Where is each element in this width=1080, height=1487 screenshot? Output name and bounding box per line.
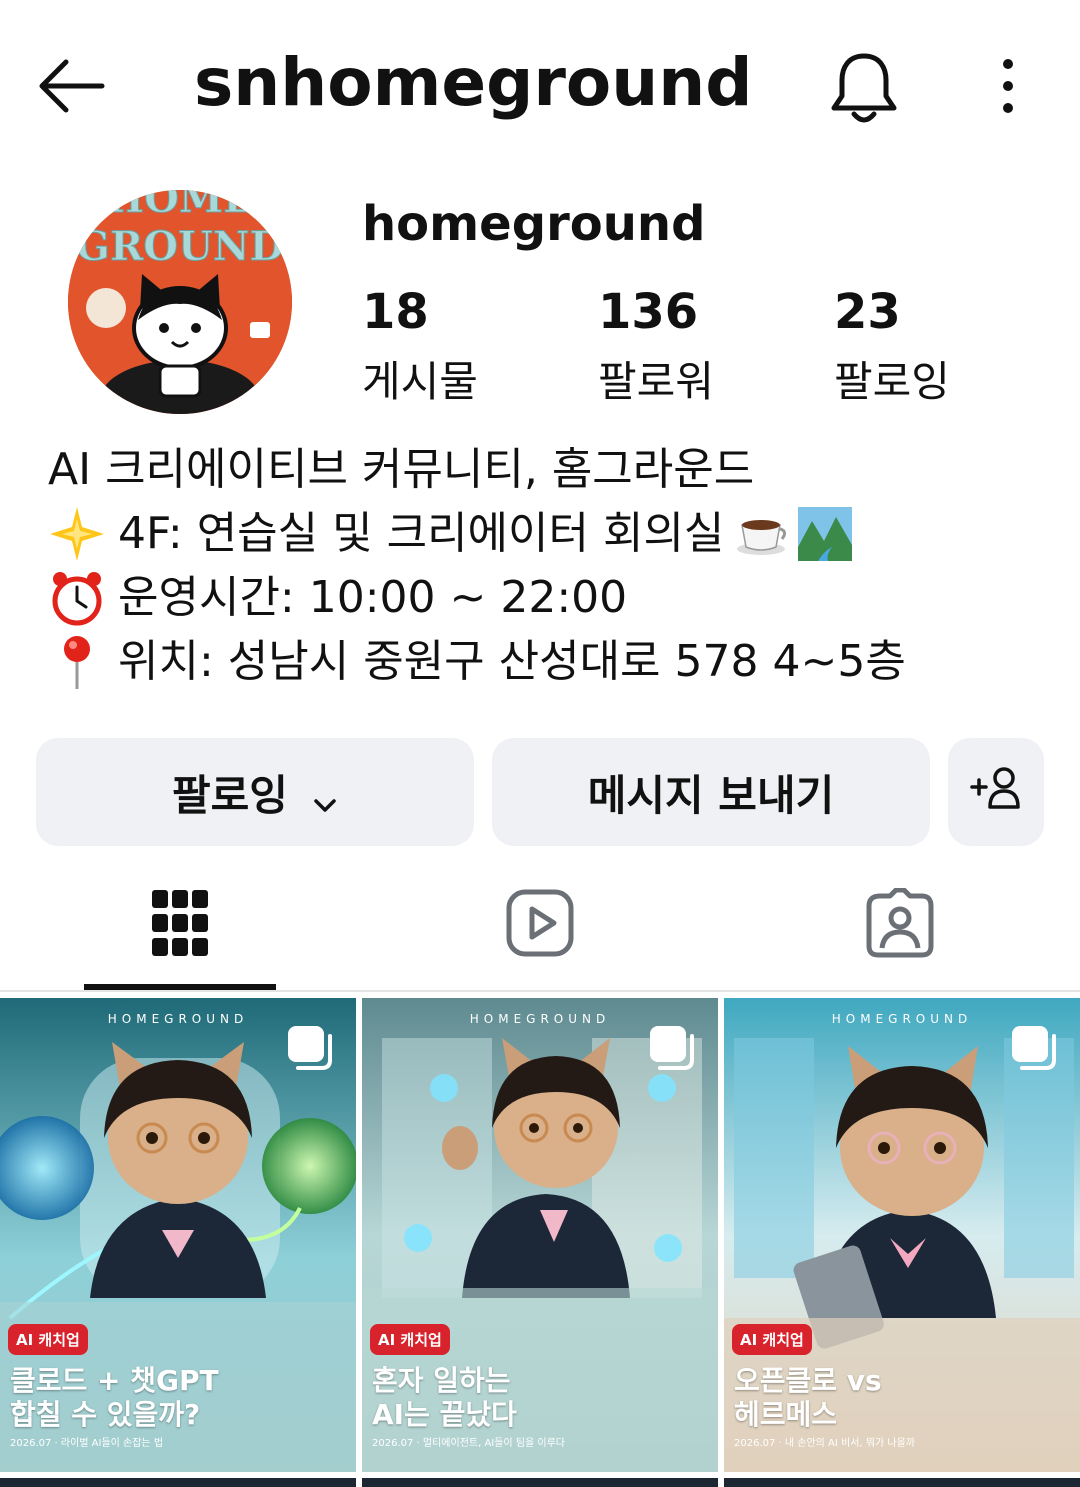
stat-posts[interactable]: 18 게시물 (362, 284, 478, 409)
posts-label: 게시물 (362, 357, 478, 406)
chevron-down-icon (312, 779, 338, 812)
tabs-divider (0, 990, 1080, 992)
back-arrow-icon[interactable] (36, 56, 108, 116)
bio-line-2: 4F: 연습실 및 크리에이터 회의실 (48, 502, 1048, 566)
more-vertical-icon[interactable] (992, 56, 1024, 116)
bio-text-1: AI 크리에이티브 커뮤니티, 홈그라운드 (48, 444, 755, 495)
reels-icon (506, 889, 574, 961)
post-caption: 2026.07 · 내 손안의 AI 비서, 뭐가 나을까 (734, 1438, 915, 1449)
profile-tabs (0, 860, 1080, 992)
message-button-label: 메시지 보내기 (587, 770, 835, 820)
tab-reels[interactable] (360, 860, 720, 990)
grid-icon (152, 890, 208, 960)
add-user-button[interactable] (948, 738, 1044, 846)
post-tile[interactable]: HOMEGROUND AI 캐치업 클로드 + 챗GPT 합칠 수 있을까? 2… (0, 998, 356, 1472)
tab-grid[interactable] (0, 860, 360, 990)
post-title-line-2: 합칠 수 있을까? (10, 1398, 201, 1431)
post-badge: AI 캐치업 (370, 1324, 450, 1355)
post-caption: 2026.07 · 멀티에이전트, AI들이 팀을 이루다 (372, 1438, 565, 1449)
svg-text:GROUND: GROUND (76, 223, 284, 270)
post-grid: HOMEGROUND AI 캐치업 클로드 + 챗GPT 합칠 수 있을까? 2… (0, 998, 1080, 1487)
followers-count: 136 (598, 284, 699, 340)
stat-followers[interactable]: 136 팔로워 (598, 284, 714, 409)
add-user-icon (970, 765, 1022, 819)
post-title-line-2: 헤르메스 (734, 1398, 838, 1431)
bell-icon[interactable] (828, 48, 900, 126)
post-caption: 2026.07 · 라이벌 AI들이 손잡는 법 (10, 1438, 164, 1449)
map-pin-icon (48, 633, 106, 691)
post-title-line-1: 오픈클로 vs (734, 1364, 882, 1397)
following-count: 23 (834, 284, 901, 340)
post-tile[interactable]: HOMEGROUND AI 캐치업 혼자 일하는 AI는 끝났다 2026.07… (362, 998, 718, 1472)
alarm-clock-icon (48, 569, 106, 627)
post-badge: AI 캐치업 (732, 1324, 812, 1355)
coffee-cup-icon (734, 507, 788, 561)
avatar[interactable]: HOME GROUND (68, 190, 292, 414)
bio-text-2: 4F: 연습실 및 크리에이터 회의실 (118, 508, 725, 559)
bio: AI 크리에이티브 커뮤니티, 홈그라운드 4F: 연습실 및 크리에이터 회의… (48, 438, 1048, 694)
post-title-line-2: AI는 끝났다 (372, 1398, 517, 1431)
multiple-posts-icon (1012, 1026, 1056, 1070)
post-title-line-1: 혼자 일하는 (372, 1364, 511, 1397)
bio-text-3: 운영시간: 10:00 ~ 22:00 (118, 572, 628, 623)
landscape-icon (798, 507, 853, 561)
next-row-tile[interactable] (724, 1478, 1080, 1487)
message-button[interactable]: 메시지 보내기 (492, 738, 930, 846)
profile-header: snhomeground (0, 0, 1080, 170)
display-name: homeground (362, 196, 706, 252)
stat-following[interactable]: 23 팔로잉 (834, 284, 950, 409)
post-tile[interactable]: HOMEGROUND AI 캐치업 오픈클로 vs 헤르메스 2026.07 ·… (724, 998, 1080, 1472)
sparkle-star-icon (48, 505, 106, 563)
multiple-posts-icon (288, 1026, 332, 1070)
bio-line-4: 위치: 성남시 중원구 산성대로 578 4~5층 (48, 630, 1048, 694)
next-row-tile[interactable] (0, 1478, 356, 1487)
tab-tagged[interactable] (720, 860, 1080, 990)
bio-text-4: 위치: 성남시 중원구 산성대로 578 4~5층 (118, 636, 906, 687)
post-title: 클로드 + 챗GPT 합칠 수 있을까? (10, 1364, 219, 1432)
posts-count: 18 (362, 284, 429, 340)
bio-line-3: 운영시간: 10:00 ~ 22:00 (48, 566, 1048, 630)
following-label: 팔로잉 (834, 357, 950, 406)
post-title: 혼자 일하는 AI는 끝났다 (372, 1364, 517, 1432)
followers-label: 팔로워 (598, 357, 714, 406)
tagged-icon (866, 887, 934, 962)
post-title: 오픈클로 vs 헤르메스 (734, 1364, 882, 1432)
page-title-username: snhomeground (194, 44, 753, 121)
multiple-posts-icon (650, 1026, 694, 1070)
next-row-tile[interactable] (362, 1478, 718, 1487)
following-button[interactable]: 팔로잉 (36, 738, 474, 846)
svg-text:HOME: HOME (106, 190, 253, 222)
post-title-line-1: 클로드 + 챗GPT (10, 1364, 219, 1397)
bio-line-1: AI 크리에이티브 커뮤니티, 홈그라운드 (48, 438, 1048, 502)
following-button-label: 팔로잉 (172, 770, 288, 820)
post-badge: AI 캐치업 (8, 1324, 88, 1355)
